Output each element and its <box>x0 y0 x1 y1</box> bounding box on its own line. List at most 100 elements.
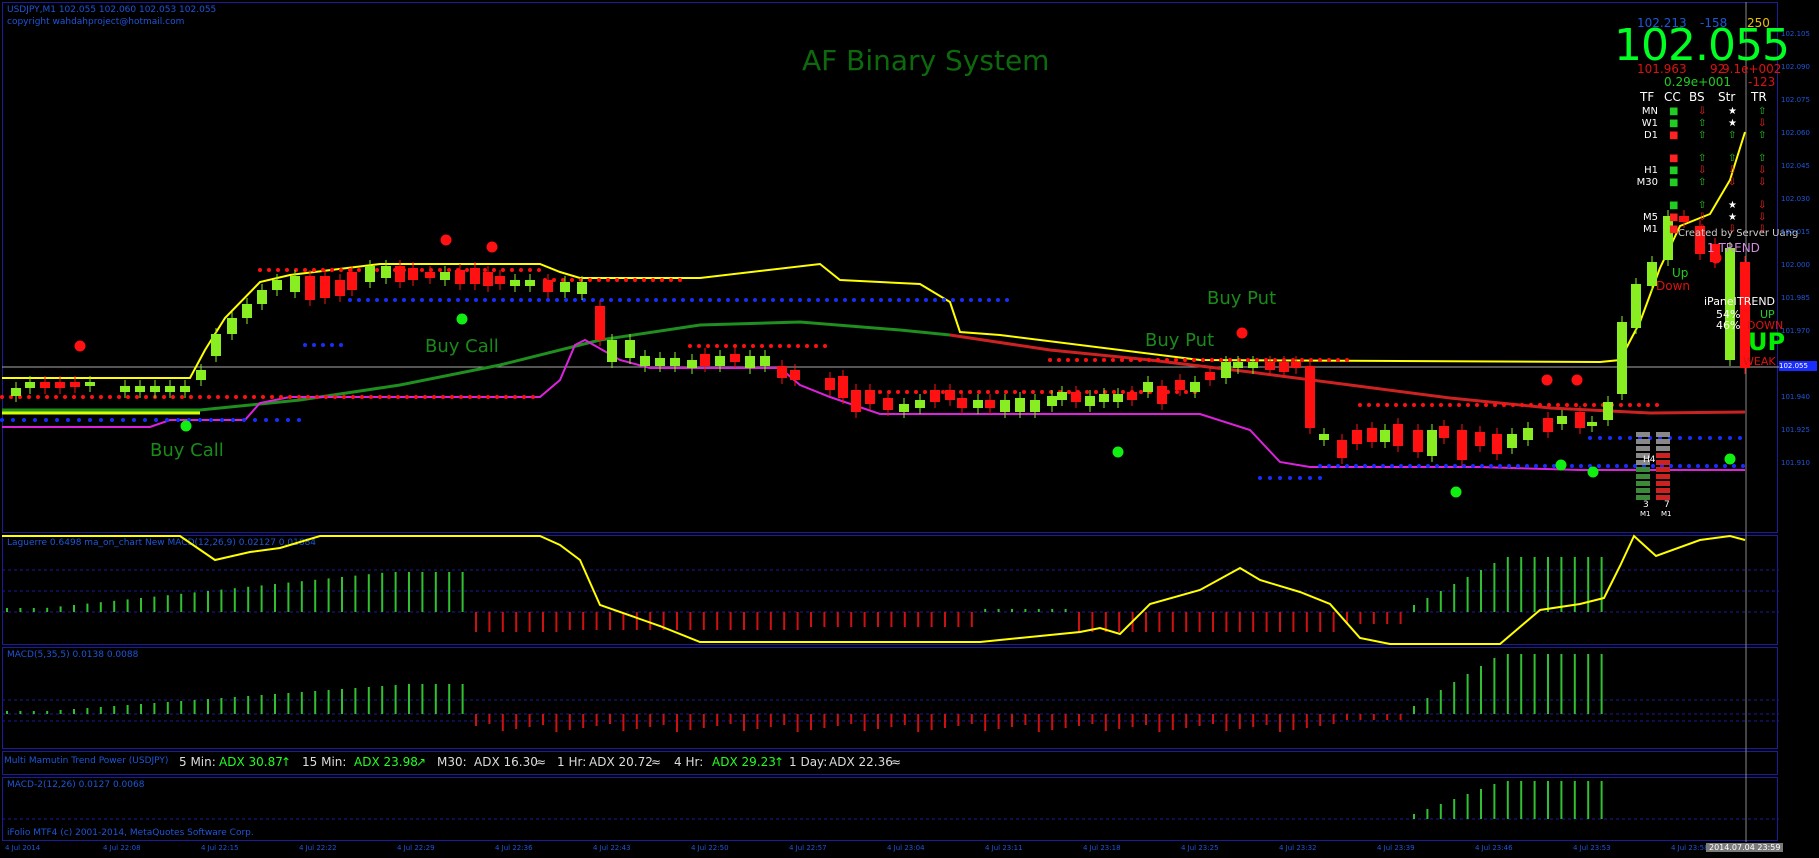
meter-cell <box>1656 467 1670 472</box>
candle-body <box>1190 382 1200 392</box>
resistance-dot <box>1565 403 1569 407</box>
candle-body <box>838 376 848 398</box>
resistance-dot <box>348 268 352 272</box>
mtf-row-label: M5 <box>1643 212 1658 223</box>
resistance-dot <box>315 395 319 399</box>
signal-dot <box>1541 374 1553 386</box>
macd2-bar <box>1225 714 1228 731</box>
support-dot <box>834 298 838 302</box>
support-dot <box>897 298 901 302</box>
signal-dot <box>74 340 86 352</box>
macd-bar <box>1064 609 1067 612</box>
candle-body <box>320 276 330 298</box>
resistance-dot <box>823 344 827 348</box>
time-tick-label: 4 Jul 23:58 <box>1671 844 1709 852</box>
macd2-bar <box>903 714 906 725</box>
support-dot <box>681 298 685 302</box>
resistance-dot <box>288 395 292 399</box>
macd3-bar <box>1520 781 1523 819</box>
candle-body <box>957 398 967 408</box>
adx-value: ADX 23.98 <box>354 755 418 769</box>
resistance-dot <box>923 390 927 394</box>
support-dot <box>690 298 694 302</box>
mtf-marker-icon: ★ <box>1728 212 1737 223</box>
candle-body <box>745 356 755 368</box>
signal-dot <box>1571 374 1583 386</box>
macd-bar <box>1279 612 1281 632</box>
macd-bar <box>381 572 384 612</box>
macd2-bar <box>1480 666 1482 714</box>
resistance-dot <box>261 395 265 399</box>
price-tick-label: 101.925 <box>1781 426 1810 434</box>
resistance-dot <box>1300 358 1304 362</box>
resistance-dot <box>405 395 409 399</box>
support-dot <box>1534 464 1538 468</box>
resistance-dot <box>968 390 972 394</box>
time-tick-label: 4 Jul 23:04 <box>887 844 925 852</box>
adx-direction-icon: ↑ <box>774 755 785 769</box>
candle-body <box>55 382 65 388</box>
macd-bar <box>1439 591 1442 612</box>
mtf-header-cc: CC <box>1664 90 1681 104</box>
macd3-bar <box>1506 781 1509 819</box>
support-dot <box>88 418 92 422</box>
support-dot <box>987 298 991 302</box>
macd2-bar <box>501 714 504 731</box>
support-dot <box>1444 464 1448 468</box>
support-dot <box>1268 476 1272 480</box>
support-dot <box>33 418 37 422</box>
macd2-bar <box>1386 714 1389 720</box>
resistance-dot <box>279 395 283 399</box>
resistance-dot <box>778 344 782 348</box>
candle-body <box>1507 434 1517 448</box>
support-dot <box>807 298 811 302</box>
mtf-marker-icon: ⇩ <box>1758 212 1767 223</box>
macd2-bar <box>555 714 558 732</box>
support-dot <box>1579 464 1583 468</box>
resistance-dot <box>1655 403 1659 407</box>
resistance-dot <box>528 268 532 272</box>
ipanel-label: iPanel <box>1704 295 1737 308</box>
macd2-bar <box>1158 714 1161 732</box>
resistance-dot <box>351 395 355 399</box>
macd-bar <box>475 612 477 632</box>
candle-body <box>1175 380 1185 390</box>
macd-bar <box>1198 612 1201 632</box>
resistance-dot <box>878 390 882 394</box>
macd2-bar <box>676 714 678 732</box>
candle-body <box>1575 412 1585 428</box>
adx-value: ADX 16.30 <box>474 755 538 769</box>
mtf-row-label: H1 <box>1644 165 1658 176</box>
macd-bar <box>1265 612 1268 632</box>
resistance-dot <box>450 395 454 399</box>
resistance-dot <box>986 390 990 394</box>
price-tick-label: 102.060 <box>1781 129 1810 137</box>
macd2-bar <box>1600 654 1603 714</box>
macd2-bar <box>1520 654 1523 714</box>
resistance-dot <box>303 268 307 272</box>
resistance-dot <box>1121 390 1125 394</box>
candle-body <box>1279 362 1289 372</box>
mtf-marker-icon: ■ <box>1669 130 1679 141</box>
support-dot <box>1498 464 1502 468</box>
support-dot <box>1718 436 1722 440</box>
candle-body <box>1380 430 1390 442</box>
mtf-marker-icon: ⇧ <box>1698 130 1707 141</box>
resistance-dot <box>1385 403 1389 407</box>
macd2-bar <box>863 714 866 731</box>
resistance-dot <box>492 268 496 272</box>
macd-bar <box>1292 612 1295 632</box>
resistance-dot <box>1139 390 1143 394</box>
support-dot <box>1543 464 1547 468</box>
resistance-dot <box>501 268 505 272</box>
candle-body <box>1233 362 1243 368</box>
price-tick-label: 101.910 <box>1781 459 1810 467</box>
meter-cell <box>1656 481 1670 486</box>
macd-bar <box>99 602 102 612</box>
candle-body <box>915 400 925 408</box>
macd3-bar <box>1533 781 1536 819</box>
meter-cell <box>1656 488 1670 493</box>
support-dot <box>1390 464 1394 468</box>
chart-canvas <box>0 2 1779 842</box>
info-second-right: 9.1e+002 <box>1722 62 1782 76</box>
